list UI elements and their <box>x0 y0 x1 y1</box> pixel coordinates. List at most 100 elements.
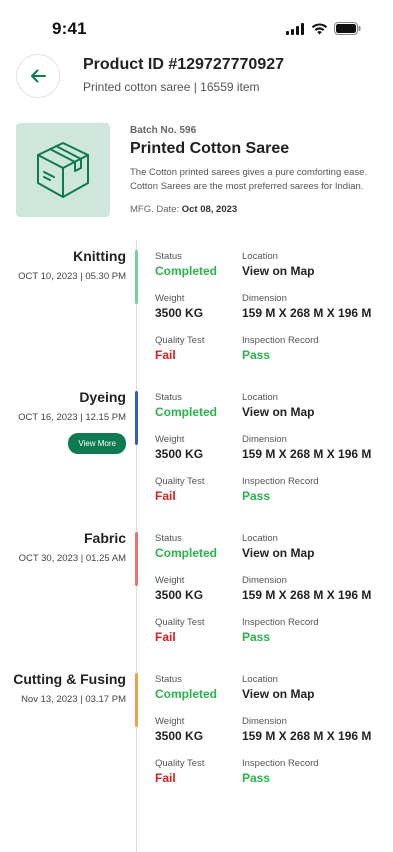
quality-test-label: Quality Test <box>155 476 205 487</box>
location-label: Location <box>242 392 278 403</box>
location-field: Location View on Map <box>242 392 314 419</box>
weight-value: 3500 KG <box>155 447 204 461</box>
quality-test-field: Quality Test Fail <box>155 476 204 503</box>
quality-test-value: Fail <box>155 771 176 785</box>
page-title: Product ID #129727770927 <box>83 56 285 73</box>
inspection-record-label: Inspection Record <box>242 335 319 346</box>
view-on-map-link[interactable]: View on Map <box>242 687 314 701</box>
quality-test-field: Quality Test Fail <box>155 335 204 362</box>
mfg-date-label: MFG. Date: <box>130 204 180 215</box>
weight-value: 3500 KG <box>155 729 204 743</box>
wifi-icon <box>311 22 328 34</box>
stage-name: Cutting & Fusing <box>13 671 126 687</box>
status-value: Completed <box>155 264 218 278</box>
weight-value: 3500 KG <box>155 306 204 320</box>
status-label: Status <box>155 392 182 403</box>
quality-test-label: Quality Test <box>155 758 205 769</box>
back-button[interactable] <box>16 54 60 98</box>
view-on-map-link[interactable]: View on Map <box>242 264 314 278</box>
dimension-label: Dimension <box>242 293 287 304</box>
stage-date: Nov 13, 2023 | 03.17 PM <box>21 694 126 705</box>
inspection-record-label: Inspection Record <box>242 476 319 487</box>
status-time: 9:41 <box>52 19 87 38</box>
weight-label: Weight <box>155 716 185 727</box>
dimension-label: Dimension <box>242 575 287 586</box>
dimension-value: 159 M X 268 M X 196 M <box>242 447 372 461</box>
location-field: Location View on Map <box>242 674 314 701</box>
location-field: Location View on Map <box>242 533 314 560</box>
stage-name: Dyeing <box>79 389 126 405</box>
stage-name: Knitting <box>73 248 126 264</box>
dimension-field: Dimension 159 M X 268 M X 196 M <box>242 293 371 320</box>
quality-test-value: Fail <box>155 348 176 362</box>
view-more-button[interactable]: View More <box>68 433 126 454</box>
weight-field: Weight 3500 KG <box>155 293 203 320</box>
inspection-record-label: Inspection Record <box>242 617 319 628</box>
status-field: Status Completed <box>155 674 217 701</box>
timeline-stage-fabric: Fabric OCT 30, 2023 | 01.25 AM Status Co… <box>0 522 393 652</box>
timeline-stage-dyeing: Dyeing OCT 16, 2023 | 12.15 PM View More… <box>0 381 393 511</box>
cellular-signal-icon <box>286 22 304 35</box>
location-field: Location View on Map <box>242 251 314 278</box>
status-value: Completed <box>155 546 218 560</box>
product-name: Printed Cotton Saree <box>130 140 290 157</box>
quality-test-label: Quality Test <box>155 335 205 346</box>
stage-date: OCT 30, 2023 | 01.25 AM <box>18 553 126 564</box>
inspection-record-value: Pass <box>242 348 271 362</box>
location-label: Location <box>242 533 278 544</box>
status-icons <box>286 22 361 35</box>
weight-field: Weight 3500 KG <box>155 575 203 602</box>
status-field: Status Completed <box>155 392 217 419</box>
quality-test-value: Fail <box>155 489 176 503</box>
stage-date: OCT 16, 2023 | 12.15 PM <box>18 412 126 423</box>
dimension-field: Dimension 159 M X 268 M X 196 M <box>242 434 371 461</box>
weight-field: Weight 3500 KG <box>155 716 203 743</box>
inspection-record-value: Pass <box>242 630 271 644</box>
quality-test-field: Quality Test Fail <box>155 758 204 785</box>
product-image <box>16 123 110 217</box>
stage-date: OCT 10, 2023 | 05.30 PM <box>18 271 126 282</box>
dimension-field: Dimension 159 M X 268 M X 196 M <box>242 575 371 602</box>
dimension-value: 159 M X 268 M X 196 M <box>242 729 372 743</box>
status-field: Status Completed <box>155 533 217 560</box>
dimension-label: Dimension <box>242 716 287 727</box>
stage-indicator <box>135 673 138 727</box>
mfg-date-value: Oct 08, 2023 <box>181 204 238 215</box>
view-on-map-link[interactable]: View on Map <box>242 546 314 560</box>
inspection-record-field: Inspection Record Pass <box>242 758 319 785</box>
weight-label: Weight <box>155 575 185 586</box>
stage-indicator <box>135 391 138 445</box>
dimension-field: Dimension 159 M X 268 M X 196 M <box>242 716 371 743</box>
status-field: Status Completed <box>155 251 217 278</box>
inspection-record-label: Inspection Record <box>242 758 319 769</box>
status-label: Status <box>155 674 182 685</box>
mfg-date: MFG. Date: Oct 08, 2023 <box>130 204 237 215</box>
dimension-value: 159 M X 268 M X 196 M <box>242 306 372 320</box>
status-value: Completed <box>155 687 218 701</box>
location-label: Location <box>242 251 278 262</box>
inspection-record-value: Pass <box>242 771 271 785</box>
timeline-stage-knitting: Knitting OCT 10, 2023 | 05.30 PM Status … <box>0 240 393 370</box>
view-on-map-link[interactable]: View on Map <box>242 405 314 419</box>
status-label: Status <box>155 251 182 262</box>
weight-field: Weight 3500 KG <box>155 434 203 461</box>
inspection-record-value: Pass <box>242 489 271 503</box>
weight-value: 3500 KG <box>155 588 204 602</box>
page-subtitle: Printed cotton saree | 16559 item <box>83 80 260 94</box>
status-bar: 9:41 <box>0 0 393 52</box>
location-label: Location <box>242 674 278 685</box>
view-more-wrapper: View More <box>68 433 126 454</box>
product-card: Batch No. 596 Printed Cotton Saree The C… <box>16 123 377 223</box>
battery-icon <box>334 22 361 35</box>
inspection-record-field: Inspection Record Pass <box>242 617 319 644</box>
header: Product ID #129727770927 Printed cotton … <box>16 54 377 98</box>
weight-label: Weight <box>155 434 185 445</box>
stage-name: Fabric <box>83 530 126 546</box>
inspection-record-field: Inspection Record Pass <box>242 476 319 503</box>
batch-number: Batch No. 596 <box>130 125 197 136</box>
weight-label: Weight <box>155 293 185 304</box>
arrow-left-icon <box>31 69 46 83</box>
timeline-stage-cutting-fusing: Cutting & Fusing Nov 13, 2023 | 03.17 PM… <box>0 663 393 793</box>
dimension-value: 159 M X 268 M X 196 M <box>242 588 372 602</box>
inspection-record-field: Inspection Record Pass <box>242 335 319 362</box>
